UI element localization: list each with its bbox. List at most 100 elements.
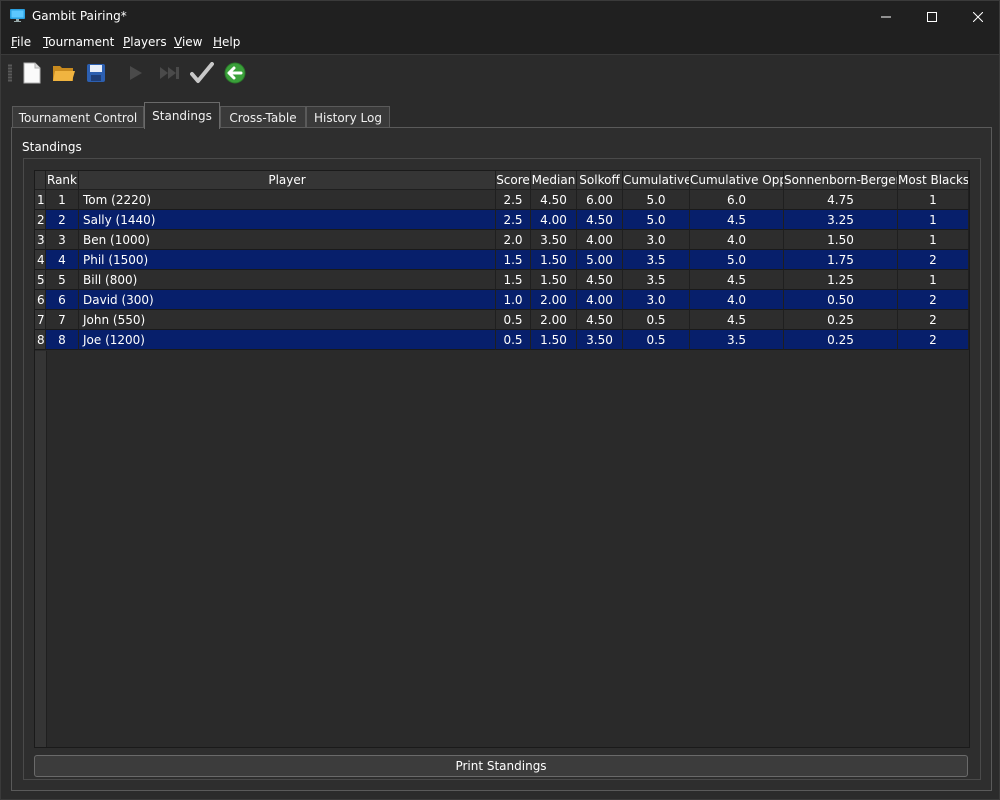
open-button[interactable] bbox=[51, 60, 77, 86]
cell-cumulative-opp[interactable]: 5.0 bbox=[690, 250, 784, 270]
header-cumulative[interactable]: Cumulative bbox=[623, 171, 690, 190]
cell-score[interactable]: 2.5 bbox=[496, 210, 531, 230]
cell-most-blacks[interactable]: 1 bbox=[898, 230, 969, 250]
header-median[interactable]: Median bbox=[531, 171, 577, 190]
cell-score[interactable]: 2.5 bbox=[496, 190, 531, 210]
cell-rank[interactable]: 7 bbox=[46, 310, 79, 330]
row-number[interactable]: 5 bbox=[35, 270, 46, 290]
table-row[interactable]: 6 6 David (300) 1.0 2.00 4.00 3.0 4.0 0.50 2 bbox=[35, 290, 969, 310]
cell-most-blacks[interactable]: 2 bbox=[898, 310, 969, 330]
cell-cumulative-opp[interactable]: 3.5 bbox=[690, 330, 784, 350]
cell-most-blacks[interactable]: 2 bbox=[898, 250, 969, 270]
print-standings-button[interactable]: Print Standings bbox=[34, 755, 968, 777]
cell-score[interactable]: 1.0 bbox=[496, 290, 531, 310]
cell-median[interactable]: 3.50 bbox=[531, 230, 577, 250]
menu-tournament[interactable]: Tournament bbox=[43, 35, 114, 49]
table-row[interactable]: 7 7 John (550) 0.5 2.00 4.50 0.5 4.5 0.25 2 bbox=[35, 310, 969, 330]
row-number[interactable]: 4 bbox=[35, 250, 46, 270]
cell-player[interactable]: Bill (800) bbox=[79, 270, 496, 290]
cell-cumulative-opp[interactable]: 4.0 bbox=[690, 290, 784, 310]
header-solkoff[interactable]: Solkoff bbox=[577, 171, 623, 190]
menu-file[interactable]: File bbox=[11, 35, 31, 49]
cell-cumulative[interactable]: 5.0 bbox=[623, 190, 690, 210]
cell-rank[interactable]: 8 bbox=[46, 330, 79, 350]
cell-sonnenborn-berger[interactable]: 1.25 bbox=[784, 270, 898, 290]
close-button[interactable] bbox=[955, 1, 1000, 32]
row-number[interactable]: 2 bbox=[35, 210, 46, 230]
tab-standings[interactable]: Standings bbox=[144, 102, 220, 129]
cell-median[interactable]: 2.00 bbox=[531, 310, 577, 330]
maximize-button[interactable] bbox=[909, 1, 955, 32]
tab-cross-table[interactable]: Cross-Table bbox=[220, 106, 306, 128]
cell-solkoff[interactable]: 3.50 bbox=[577, 330, 623, 350]
cell-sonnenborn-berger[interactable]: 1.50 bbox=[784, 230, 898, 250]
cell-cumulative-opp[interactable]: 4.0 bbox=[690, 230, 784, 250]
cell-player[interactable]: Phil (1500) bbox=[79, 250, 496, 270]
cell-most-blacks[interactable]: 2 bbox=[898, 330, 969, 350]
cell-cumulative-opp[interactable]: 4.5 bbox=[690, 270, 784, 290]
cell-rank[interactable]: 6 bbox=[46, 290, 79, 310]
cell-cumulative[interactable]: 0.5 bbox=[623, 310, 690, 330]
cell-sonnenborn-berger[interactable]: 1.75 bbox=[784, 250, 898, 270]
cell-cumulative[interactable]: 3.0 bbox=[623, 230, 690, 250]
cell-sonnenborn-berger[interactable]: 0.50 bbox=[784, 290, 898, 310]
start-round-button[interactable] bbox=[123, 60, 149, 86]
cell-player[interactable]: Tom (2220) bbox=[79, 190, 496, 210]
cell-cumulative-opp[interactable]: 4.5 bbox=[690, 310, 784, 330]
save-button[interactable] bbox=[83, 60, 109, 86]
cell-rank[interactable]: 4 bbox=[46, 250, 79, 270]
cell-player[interactable]: David (300) bbox=[79, 290, 496, 310]
undo-button[interactable] bbox=[222, 60, 248, 86]
header-cumulative-opp[interactable]: Cumulative Opp bbox=[690, 171, 784, 190]
standings-table[interactable]: Rank Player Score Median Solkoff Cumulat… bbox=[34, 170, 970, 748]
header-most-blacks[interactable]: Most Blacks bbox=[898, 171, 969, 190]
toolbar-grip[interactable] bbox=[8, 64, 12, 82]
cell-rank[interactable]: 1 bbox=[46, 190, 79, 210]
cell-median[interactable]: 1.50 bbox=[531, 330, 577, 350]
cell-sonnenborn-berger[interactable]: 3.25 bbox=[784, 210, 898, 230]
header-rank[interactable]: Rank bbox=[46, 171, 79, 190]
table-row[interactable]: 2 2 Sally (1440) 2.5 4.00 4.50 5.0 4.5 3.25 1 bbox=[35, 210, 969, 230]
minimize-button[interactable] bbox=[863, 1, 909, 32]
corner-header[interactable] bbox=[35, 171, 46, 190]
cell-median[interactable]: 1.50 bbox=[531, 270, 577, 290]
finish-round-button[interactable] bbox=[157, 60, 183, 86]
menu-help[interactable]: Help bbox=[213, 35, 240, 49]
cell-median[interactable]: 4.00 bbox=[531, 210, 577, 230]
cell-solkoff[interactable]: 5.00 bbox=[577, 250, 623, 270]
new-button[interactable] bbox=[19, 60, 45, 86]
cell-cumulative-opp[interactable]: 4.5 bbox=[690, 210, 784, 230]
cell-solkoff[interactable]: 4.50 bbox=[577, 270, 623, 290]
cell-score[interactable]: 0.5 bbox=[496, 310, 531, 330]
row-number[interactable]: 1 bbox=[35, 190, 46, 210]
cell-sonnenborn-berger[interactable]: 0.25 bbox=[784, 330, 898, 350]
row-number[interactable]: 8 bbox=[35, 330, 46, 350]
cell-cumulative[interactable]: 3.5 bbox=[623, 270, 690, 290]
cell-solkoff[interactable]: 6.00 bbox=[577, 190, 623, 210]
cell-most-blacks[interactable]: 1 bbox=[898, 210, 969, 230]
cell-solkoff[interactable]: 4.00 bbox=[577, 290, 623, 310]
cell-solkoff[interactable]: 4.50 bbox=[577, 310, 623, 330]
record-results-button[interactable] bbox=[189, 60, 215, 86]
header-sonnenborn-berger[interactable]: Sonnenborn-Berger bbox=[784, 171, 898, 190]
cell-most-blacks[interactable]: 1 bbox=[898, 270, 969, 290]
header-score[interactable]: Score bbox=[496, 171, 531, 190]
cell-most-blacks[interactable]: 1 bbox=[898, 190, 969, 210]
tab-tournament-control[interactable]: Tournament Control bbox=[12, 106, 144, 128]
cell-score[interactable]: 0.5 bbox=[496, 330, 531, 350]
menu-view[interactable]: View bbox=[174, 35, 202, 49]
cell-median[interactable]: 4.50 bbox=[531, 190, 577, 210]
cell-cumulative[interactable]: 0.5 bbox=[623, 330, 690, 350]
cell-solkoff[interactable]: 4.00 bbox=[577, 230, 623, 250]
cell-solkoff[interactable]: 4.50 bbox=[577, 210, 623, 230]
header-player[interactable]: Player bbox=[79, 171, 496, 190]
cell-most-blacks[interactable]: 2 bbox=[898, 290, 969, 310]
cell-cumulative-opp[interactable]: 6.0 bbox=[690, 190, 784, 210]
cell-median[interactable]: 1.50 bbox=[531, 250, 577, 270]
cell-rank[interactable]: 5 bbox=[46, 270, 79, 290]
cell-cumulative[interactable]: 3.0 bbox=[623, 290, 690, 310]
tab-history-log[interactable]: History Log bbox=[306, 106, 390, 128]
row-number[interactable]: 7 bbox=[35, 310, 46, 330]
cell-player[interactable]: Joe (1200) bbox=[79, 330, 496, 350]
cell-player[interactable]: Ben (1000) bbox=[79, 230, 496, 250]
